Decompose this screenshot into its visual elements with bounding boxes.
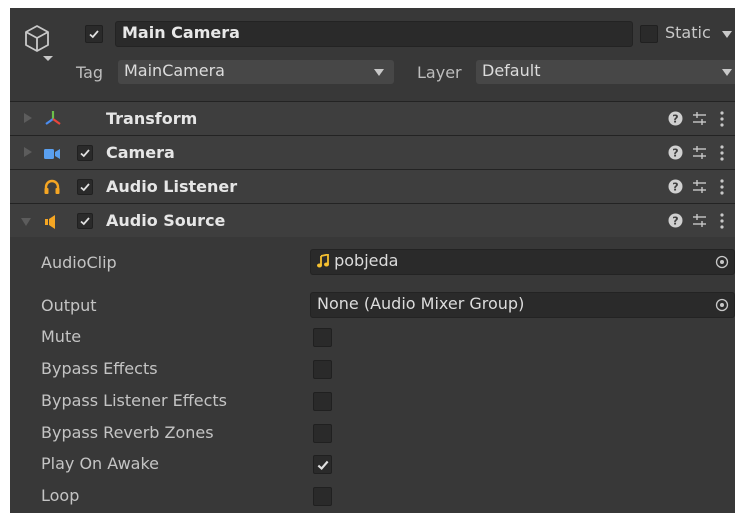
static-checkbox[interactable] <box>640 25 658 43</box>
camera-icon <box>44 149 60 159</box>
component-audio-listener[interactable]: Audio Listener ? <box>10 169 735 203</box>
layer-dropdown[interactable]: Default <box>476 60 735 84</box>
bypass-effects-label: Bypass Effects <box>41 359 158 378</box>
object-name-text: Main Camera <box>122 23 240 42</box>
presets-icon[interactable] <box>692 145 707 160</box>
context-menu-icon[interactable] <box>720 212 724 230</box>
help-icon[interactable]: ? <box>668 111 683 126</box>
checkmark-icon <box>89 30 99 39</box>
play-on-awake-label: Play On Awake <box>41 454 159 473</box>
foldout-arrow-icon[interactable] <box>24 113 32 123</box>
context-menu-icon[interactable] <box>720 144 724 162</box>
audio-source-properties: AudioClip pobjeda Output None (Audio Mix… <box>10 237 735 513</box>
component-title: Audio Listener <box>106 177 238 196</box>
audioclip-value: pobjeda <box>334 251 399 270</box>
camera-enabled-checkbox[interactable] <box>77 145 93 161</box>
help-icon[interactable]: ? <box>668 179 683 194</box>
component-audio-source[interactable]: Audio Source ? <box>10 203 735 237</box>
loop-label: Loop <box>41 486 80 505</box>
object-name-input[interactable]: Main Camera <box>115 21 633 47</box>
object-picker-icon[interactable] <box>715 298 729 312</box>
svg-text:?: ? <box>672 113 678 126</box>
context-menu-icon[interactable] <box>720 178 724 196</box>
tag-dropdown[interactable]: MainCamera <box>118 60 394 84</box>
static-dropdown-arrow-icon[interactable] <box>722 31 732 38</box>
foldout-arrow-icon[interactable] <box>21 218 31 226</box>
foldout-arrow-icon[interactable] <box>24 147 32 157</box>
audioclip-label: AudioClip <box>41 253 117 272</box>
checkmark-icon <box>80 217 90 226</box>
help-icon[interactable]: ? <box>668 213 683 228</box>
help-icon[interactable]: ? <box>668 145 683 160</box>
bypass-listener-effects-label: Bypass Listener Effects <box>41 391 228 410</box>
bypass-listener-effects-checkbox[interactable] <box>313 392 332 411</box>
presets-icon[interactable] <box>692 179 707 194</box>
inspector-panel: Main Camera Static Tag MainCamera Layer … <box>10 8 735 513</box>
component-camera[interactable]: Camera ? <box>10 135 735 169</box>
chevron-down-icon <box>374 69 384 76</box>
checkmark-icon <box>317 460 328 470</box>
svg-text:?: ? <box>672 147 678 160</box>
component-title: Audio Source <box>106 211 226 230</box>
output-field[interactable]: None (Audio Mixer Group) <box>310 292 735 318</box>
bypass-effects-checkbox[interactable] <box>313 360 332 379</box>
loop-checkbox[interactable] <box>313 487 332 506</box>
layer-label: Layer <box>417 63 462 82</box>
mute-label: Mute <box>41 327 82 346</box>
transform-axes-icon <box>45 111 61 125</box>
speaker-icon <box>45 215 55 229</box>
component-title: Transform <box>106 109 198 128</box>
checkmark-icon <box>80 149 90 158</box>
bypass-reverb-zones-label: Bypass Reverb Zones <box>41 423 214 442</box>
object-picker-icon[interactable] <box>715 255 729 269</box>
static-label[interactable]: Static <box>665 23 711 42</box>
bypass-reverb-zones-checkbox[interactable] <box>313 424 332 443</box>
component-title: Camera <box>106 143 175 162</box>
presets-icon[interactable] <box>692 213 707 228</box>
tag-label: Tag <box>76 63 104 82</box>
audioclip-field[interactable]: pobjeda <box>310 249 735 275</box>
output-label: Output <box>41 296 97 315</box>
mute-checkbox[interactable] <box>313 328 332 347</box>
svg-text:?: ? <box>672 181 678 194</box>
audio-source-enabled-checkbox[interactable] <box>77 213 93 229</box>
active-checkbox[interactable] <box>85 25 103 43</box>
checkmark-icon <box>80 183 90 192</box>
svg-text:?: ? <box>672 215 678 228</box>
context-menu-icon[interactable] <box>720 110 724 128</box>
audio-listener-enabled-checkbox[interactable] <box>77 179 93 195</box>
headphones-icon <box>44 179 60 194</box>
gameobject-cube-icon[interactable] <box>23 23 57 63</box>
component-transform[interactable]: Transform ? <box>10 101 735 135</box>
music-note-icon <box>317 253 329 268</box>
output-value: None (Audio Mixer Group) <box>317 294 525 313</box>
tag-value: MainCamera <box>124 61 225 80</box>
presets-icon[interactable] <box>692 111 707 126</box>
chevron-down-icon <box>722 69 732 76</box>
play-on-awake-checkbox[interactable] <box>313 455 332 474</box>
object-header: Main Camera Static Tag MainCamera Layer … <box>10 8 735 100</box>
layer-value: Default <box>482 61 541 80</box>
